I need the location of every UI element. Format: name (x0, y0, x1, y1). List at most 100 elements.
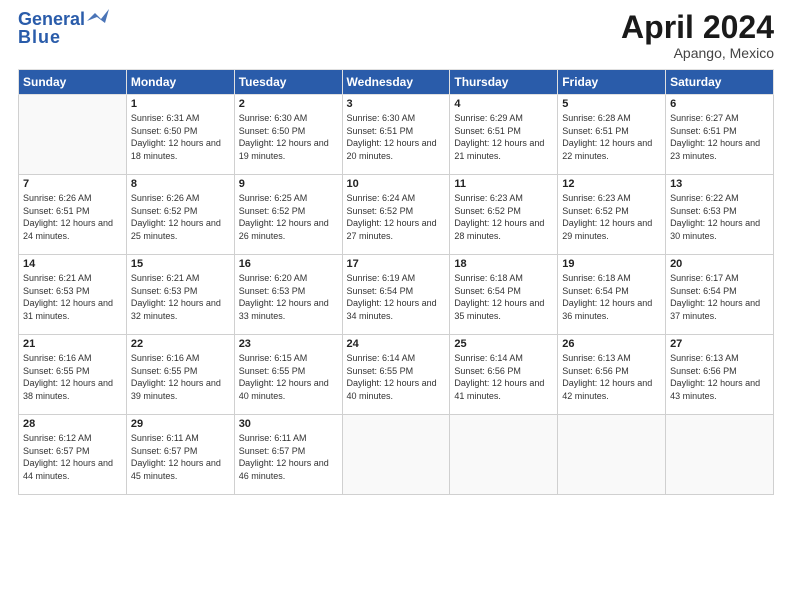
col-wednesday: Wednesday (342, 70, 450, 95)
col-saturday: Saturday (666, 70, 774, 95)
calendar-week-row: 21 Sunrise: 6:16 AMSunset: 6:55 PMDayligh… (19, 335, 774, 415)
day-info: Sunrise: 6:16 AMSunset: 6:55 PMDaylight:… (131, 352, 230, 402)
day-info: Sunrise: 6:14 AMSunset: 6:56 PMDaylight:… (454, 352, 553, 402)
day-number: 10 (347, 178, 446, 190)
day-info: Sunrise: 6:21 AMSunset: 6:53 PMDaylight:… (23, 272, 122, 322)
day-number: 11 (454, 178, 553, 190)
day-info: Sunrise: 6:16 AMSunset: 6:55 PMDaylight:… (23, 352, 122, 402)
table-row: 8Sunrise: 6:26 AMSunset: 6:52 PMDaylight… (126, 175, 234, 255)
table-row (342, 415, 450, 495)
table-row: 6 Sunrise: 6:27 AMSunset: 6:51 PMDaylight… (666, 95, 774, 175)
logo-blue: Blue (18, 28, 61, 46)
day-number: 2 (239, 98, 338, 110)
day-number: 20 (670, 258, 769, 270)
table-row: 21 Sunrise: 6:16 AMSunset: 6:55 PMDayligh… (19, 335, 127, 415)
day-number: 4 (454, 98, 553, 110)
day-number: 23 (239, 338, 338, 350)
day-info: Sunrise: 6:23 AMSunset: 6:52 PMDaylight:… (454, 192, 553, 242)
day-info: Sunrise: 6:20 AMSunset: 6:53 PMDaylight:… (239, 272, 338, 322)
calendar-week-row: 14Sunrise: 6:21 AMSunset: 6:53 PMDayligh… (19, 255, 774, 335)
day-info: Sunrise: 6:19 AMSunset: 6:54 PMDaylight:… (347, 272, 446, 322)
day-info: Sunrise: 6:18 AMSunset: 6:54 PMDaylight:… (454, 272, 553, 322)
day-number: 13 (670, 178, 769, 190)
day-info: Sunrise: 6:17 AMSunset: 6:54 PMDaylight:… (670, 272, 769, 322)
calendar-week-row: 28Sunrise: 6:12 AMSunset: 6:57 PMDayligh… (19, 415, 774, 495)
title-block: April 2024 Apango, Mexico (621, 10, 774, 61)
calendar-header-row: Sunday Monday Tuesday Wednesday Thursday… (19, 70, 774, 95)
table-row: 16Sunrise: 6:20 AMSunset: 6:53 PMDayligh… (234, 255, 342, 335)
table-row: 5 Sunrise: 6:28 AMSunset: 6:51 PMDaylight… (558, 95, 666, 175)
table-row: 29Sunrise: 6:11 AMSunset: 6:57 PMDayligh… (126, 415, 234, 495)
table-row: 28Sunrise: 6:12 AMSunset: 6:57 PMDayligh… (19, 415, 127, 495)
table-row: 25 Sunrise: 6:14 AMSunset: 6:56 PMDayligh… (450, 335, 558, 415)
table-row: 2Sunrise: 6:30 AMSunset: 6:50 PMDaylight… (234, 95, 342, 175)
day-number: 21 (23, 338, 122, 350)
day-number: 15 (131, 258, 230, 270)
logo-general: General (18, 10, 85, 28)
table-row (666, 415, 774, 495)
table-row: 1 Sunrise: 6:31 AMSunset: 6:50 PMDaylight… (126, 95, 234, 175)
table-row (450, 415, 558, 495)
logo-general-blue: General (18, 9, 85, 29)
day-info: Sunrise: 6:21 AMSunset: 6:53 PMDaylight:… (131, 272, 230, 322)
day-info: Sunrise: 6:13 AMSunset: 6:56 PMDaylight:… (670, 352, 769, 402)
table-row: 27 Sunrise: 6:13 AMSunset: 6:56 PMDayligh… (666, 335, 774, 415)
day-info: Sunrise: 6:25 AMSunset: 6:52 PMDaylight:… (239, 192, 338, 242)
day-info: Sunrise: 6:13 AMSunset: 6:56 PMDaylight:… (562, 352, 661, 402)
calendar-week-row: 1 Sunrise: 6:31 AMSunset: 6:50 PMDaylight… (19, 95, 774, 175)
table-row: 23 Sunrise: 6:15 AMSunset: 6:55 PMDayligh… (234, 335, 342, 415)
calendar-week-row: 7Sunrise: 6:26 AMSunset: 6:51 PMDaylight… (19, 175, 774, 255)
day-info: Sunrise: 6:18 AMSunset: 6:54 PMDaylight:… (562, 272, 661, 322)
day-info: Sunrise: 6:30 AMSunset: 6:51 PMDaylight:… (347, 112, 446, 162)
day-number: 24 (347, 338, 446, 350)
day-info: Sunrise: 6:15 AMSunset: 6:55 PMDaylight:… (239, 352, 338, 402)
table-row: 14Sunrise: 6:21 AMSunset: 6:53 PMDayligh… (19, 255, 127, 335)
day-number: 17 (347, 258, 446, 270)
col-thursday: Thursday (450, 70, 558, 95)
table-row: 12 Sunrise: 6:23 AMSunset: 6:52 PMDayligh… (558, 175, 666, 255)
day-number: 5 (562, 98, 661, 110)
day-info: Sunrise: 6:26 AMSunset: 6:52 PMDaylight:… (131, 192, 230, 242)
day-info: Sunrise: 6:22 AMSunset: 6:53 PMDaylight:… (670, 192, 769, 242)
day-number: 18 (454, 258, 553, 270)
day-number: 27 (670, 338, 769, 350)
col-monday: Monday (126, 70, 234, 95)
table-row: 7Sunrise: 6:26 AMSunset: 6:51 PMDaylight… (19, 175, 127, 255)
day-info: Sunrise: 6:24 AMSunset: 6:52 PMDaylight:… (347, 192, 446, 242)
table-row: 17 Sunrise: 6:19 AMSunset: 6:54 PMDayligh… (342, 255, 450, 335)
table-row: 26 Sunrise: 6:13 AMSunset: 6:56 PMDayligh… (558, 335, 666, 415)
table-row: 30 Sunrise: 6:11 AMSunset: 6:57 PMDayligh… (234, 415, 342, 495)
table-row: 10 Sunrise: 6:24 AMSunset: 6:52 PMDayligh… (342, 175, 450, 255)
day-number: 19 (562, 258, 661, 270)
day-number: 12 (562, 178, 661, 190)
col-sunday: Sunday (19, 70, 127, 95)
table-row: 18 Sunrise: 6:18 AMSunset: 6:54 PMDayligh… (450, 255, 558, 335)
col-tuesday: Tuesday (234, 70, 342, 95)
table-row (558, 415, 666, 495)
day-number: 25 (454, 338, 553, 350)
day-info: Sunrise: 6:14 AMSunset: 6:55 PMDaylight:… (347, 352, 446, 402)
calendar-title: April 2024 (621, 10, 774, 45)
day-info: Sunrise: 6:28 AMSunset: 6:51 PMDaylight:… (562, 112, 661, 162)
day-info: Sunrise: 6:11 AMSunset: 6:57 PMDaylight:… (239, 432, 338, 482)
col-friday: Friday (558, 70, 666, 95)
day-number: 9 (239, 178, 338, 190)
table-row: 22Sunrise: 6:16 AMSunset: 6:55 PMDayligh… (126, 335, 234, 415)
day-info: Sunrise: 6:29 AMSunset: 6:51 PMDaylight:… (454, 112, 553, 162)
logo-bird-icon (87, 9, 109, 27)
page-header: General Blue April 2024 Apango, Mexico (18, 10, 774, 61)
day-info: Sunrise: 6:26 AMSunset: 6:51 PMDaylight:… (23, 192, 122, 242)
day-info: Sunrise: 6:31 AMSunset: 6:50 PMDaylight:… (131, 112, 230, 162)
day-info: Sunrise: 6:27 AMSunset: 6:51 PMDaylight:… (670, 112, 769, 162)
day-info: Sunrise: 6:23 AMSunset: 6:52 PMDaylight:… (562, 192, 661, 242)
table-row: 9 Sunrise: 6:25 AMSunset: 6:52 PMDaylight… (234, 175, 342, 255)
table-row: 19 Sunrise: 6:18 AMSunset: 6:54 PMDayligh… (558, 255, 666, 335)
day-number: 30 (239, 418, 338, 430)
day-number: 6 (670, 98, 769, 110)
table-row: 13 Sunrise: 6:22 AMSunset: 6:53 PMDayligh… (666, 175, 774, 255)
table-row: 3 Sunrise: 6:30 AMSunset: 6:51 PMDaylight… (342, 95, 450, 175)
day-number: 1 (131, 98, 230, 110)
day-number: 26 (562, 338, 661, 350)
day-number: 3 (347, 98, 446, 110)
day-number: 29 (131, 418, 230, 430)
